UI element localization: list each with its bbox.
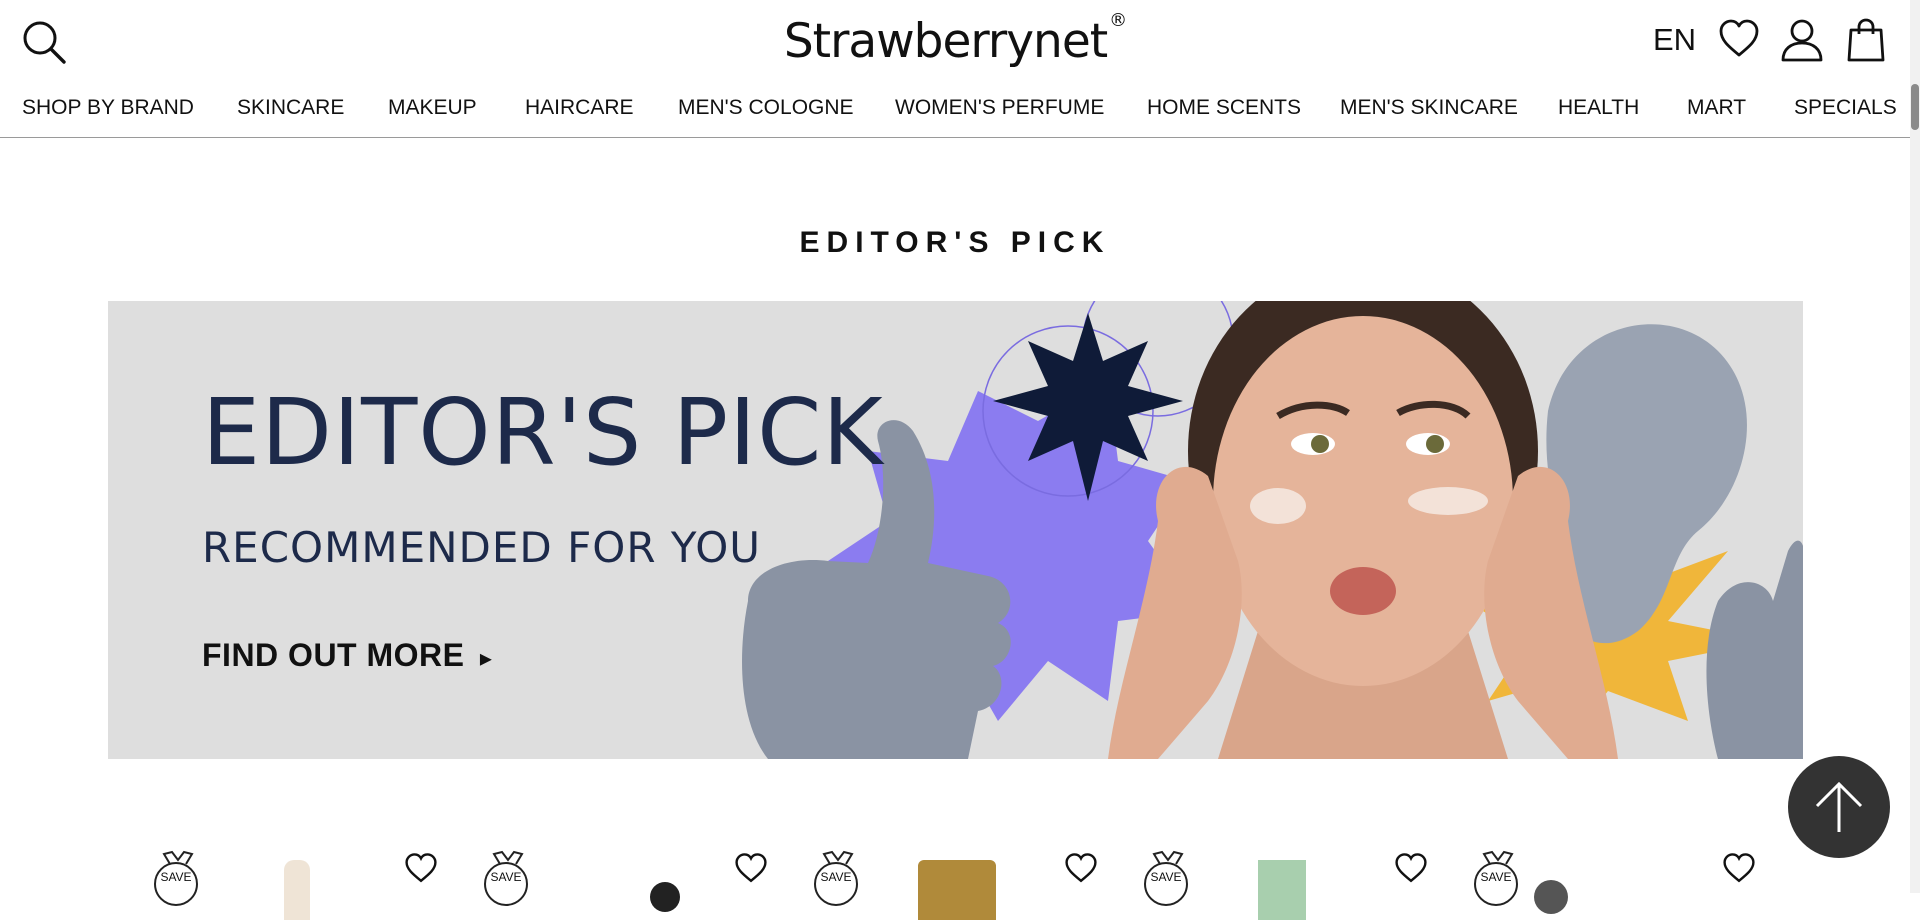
logo-text: Strawberrynet	[783, 14, 1108, 69]
heart-icon	[1723, 853, 1755, 883]
save-badge-label: SAVE	[1474, 862, 1518, 906]
nav-item-shop-by-brand[interactable]: SHOP BY BRAND	[22, 96, 194, 120]
save-badge-label: SAVE	[814, 862, 858, 906]
header: Strawberrynet ® EN	[0, 0, 1910, 84]
save-badge: SAVE	[812, 850, 864, 910]
find-out-more-link[interactable]: FIND OUT MORE ▸	[202, 637, 492, 674]
save-badge-label: SAVE	[154, 862, 198, 906]
save-badge: SAVE	[1472, 850, 1524, 910]
cta-label: FIND OUT MORE	[202, 637, 465, 673]
editors-pick-banner[interactable]: EDITOR'S PICK RECOMMENDED FOR YOU FIND O…	[108, 301, 1803, 759]
nav-item-mens-skincare[interactable]: MEN'S SKINCARE	[1340, 96, 1518, 120]
scrollbar-thumb[interactable]	[1911, 84, 1919, 130]
account-button[interactable]	[1780, 18, 1826, 64]
cta-arrow-icon: ▸	[479, 645, 493, 672]
product-card[interactable]: SAVE	[1472, 842, 1772, 914]
nav-item-womens-perfume[interactable]: WOMEN'S PERFUME	[895, 96, 1104, 120]
cart-button[interactable]	[1846, 18, 1892, 64]
back-to-top-button[interactable]	[1788, 756, 1890, 858]
wishlist-toggle[interactable]	[1394, 852, 1428, 884]
nav-item-skincare[interactable]: SKINCARE	[237, 96, 344, 120]
product-image[interactable]	[918, 860, 996, 920]
product-card[interactable]: SAVE	[1142, 842, 1442, 920]
nav-item-mens-cologne[interactable]: MEN'S COLOGNE	[678, 96, 854, 120]
user-icon	[1781, 19, 1823, 62]
product-card[interactable]: SAVE	[482, 842, 782, 912]
heart-icon	[735, 853, 767, 883]
save-badge: SAVE	[482, 850, 534, 910]
wishlist-toggle[interactable]	[1722, 852, 1756, 884]
nav-item-home-scents[interactable]: HOME SCENTS	[1147, 96, 1301, 120]
product-image[interactable]	[1534, 880, 1568, 914]
main-nav: SHOP BY BRAND SKINCARE MAKEUP HAIRCARE M…	[0, 84, 1910, 138]
save-badge: SAVE	[152, 850, 204, 910]
nav-item-mart[interactable]: MART	[1687, 96, 1746, 120]
eye-patch-right	[1408, 487, 1488, 515]
nav-item-specials[interactable]: SPECIALS	[1794, 96, 1897, 120]
peace-hand	[1706, 540, 1803, 759]
product-card[interactable]: SAVE	[812, 842, 1112, 920]
eye-patch-left	[1250, 488, 1306, 524]
product-image[interactable]	[1258, 860, 1306, 920]
site-logo[interactable]: Strawberrynet ®	[0, 10, 1910, 69]
heart-icon	[405, 853, 437, 883]
product-card[interactable]: SAVE	[152, 842, 452, 920]
save-badge-label: SAVE	[1144, 862, 1188, 906]
banner-subtitle: RECOMMENDED FOR YOU	[202, 523, 762, 572]
product-image[interactable]	[284, 860, 310, 920]
wishlist-toggle[interactable]	[1064, 852, 1098, 884]
heart-icon	[1065, 853, 1097, 883]
wishlist-button[interactable]	[1718, 18, 1764, 64]
arrow-up-icon	[1815, 781, 1863, 832]
section-title: EDITOR'S PICK	[799, 226, 1111, 259]
wishlist-toggle[interactable]	[734, 852, 768, 884]
nav-item-haircare[interactable]: HAIRCARE	[525, 96, 634, 120]
product-image[interactable]	[650, 882, 680, 912]
model-lips	[1330, 567, 1396, 615]
scrollbar-track[interactable]	[1910, 0, 1920, 893]
nav-item-health[interactable]: HEALTH	[1558, 96, 1639, 120]
nav-item-makeup[interactable]: MAKEUP	[388, 96, 477, 120]
wishlist-toggle[interactable]	[404, 852, 438, 884]
bag-icon	[1847, 18, 1885, 62]
model-iris-right	[1426, 435, 1444, 453]
language-selector[interactable]: EN	[1653, 22, 1696, 58]
save-badge-label: SAVE	[484, 862, 528, 906]
registered-mark: ®	[1109, 10, 1127, 32]
model-iris-left	[1311, 435, 1329, 453]
heart-icon	[1395, 853, 1427, 883]
banner-title: EDITOR'S PICK	[202, 379, 884, 486]
save-badge: SAVE	[1142, 850, 1194, 910]
heart-icon	[1719, 19, 1759, 57]
